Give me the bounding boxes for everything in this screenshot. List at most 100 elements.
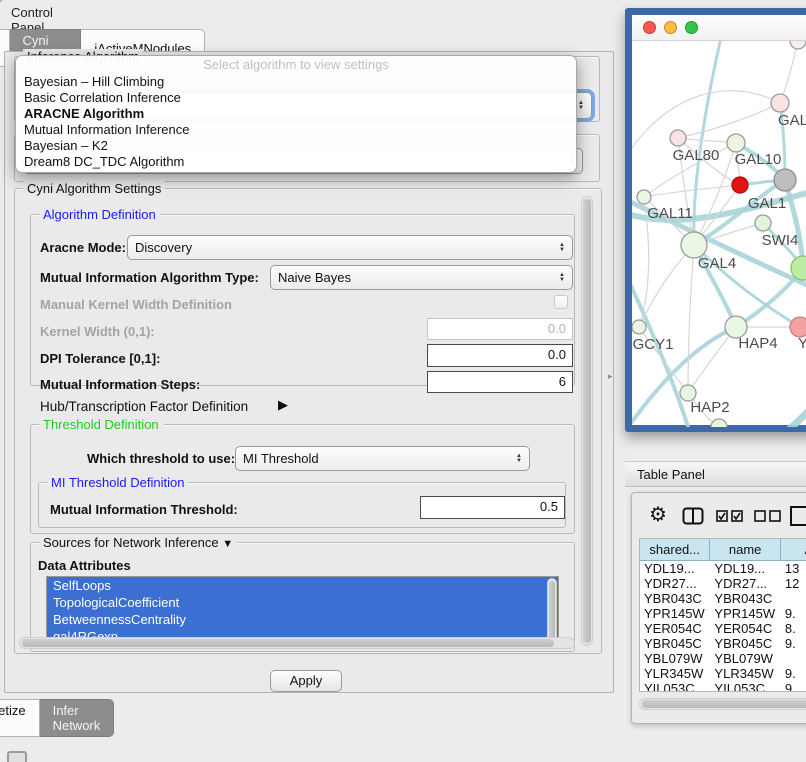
table-cell: YLR345W: [710, 666, 780, 681]
gear-icon[interactable]: ⚙: [649, 502, 667, 528]
combo-stepper-icon: ▲▼: [553, 243, 565, 253]
tab-label: Discretize Data: [0, 703, 26, 733]
node-hap2-label: HAP2: [690, 399, 729, 416]
node-red[interactable]: [732, 177, 748, 193]
attr-item-topologicalcoefficient[interactable]: TopologicalCoefficient: [47, 594, 558, 611]
aracne-mode-value: Discovery: [135, 240, 192, 255]
panel-divider-arrow[interactable]: ▸: [608, 371, 613, 382]
table-cell: YLR345W: [640, 666, 710, 681]
table-cell: YBR045C: [710, 636, 780, 651]
node-gcy1[interactable]: [632, 320, 646, 334]
node-gal80-label: GAL80: [673, 147, 720, 164]
table-toolbar: ⚙: [632, 501, 806, 531]
sources-group-title: Sources for Network Inference ▼: [39, 535, 237, 550]
table-row[interactable]: YIL053CYIL053C9.: [640, 681, 806, 692]
table-cell: 9.: [781, 606, 806, 621]
combo-stepper-icon: ▲▼: [553, 273, 565, 283]
tab-label: Infer Network: [53, 703, 101, 733]
node-gal-right-label: GAL: [778, 112, 806, 129]
node-gray[interactable]: [774, 169, 796, 191]
node-gal4-label: GAL4: [698, 255, 736, 272]
node-bottom-partial[interactable]: [711, 419, 727, 427]
minimized-panel-icon[interactable]: [7, 751, 27, 762]
node-hap4-label: HAP4: [738, 335, 777, 352]
node-top-partial[interactable]: [790, 41, 806, 49]
table-row[interactable]: YDR27...YDR27...12: [640, 576, 806, 591]
table-cell: YBR043C: [640, 591, 710, 606]
table-cell: [781, 591, 806, 606]
dpi-tolerance-field[interactable]: 0.0: [427, 344, 573, 367]
table-row[interactable]: YER054CYER054C8.: [640, 621, 806, 636]
popup-item-bayesian-hill-climbing[interactable]: Bayesian – Hill Climbing: [16, 74, 576, 90]
table-cell: 13: [781, 561, 806, 576]
node-salmon-label: Y: [798, 335, 806, 352]
apply-button[interactable]: Apply: [270, 670, 342, 692]
network-canvas[interactable]: GALGAL80GAL10GAL11GAL1SWI4GAL4GCY1HAP4YH…: [632, 41, 806, 427]
table-cell: 9.: [781, 666, 806, 681]
manual-kernel-checkbox[interactable]: [554, 295, 568, 309]
collapse-arrow-icon[interactable]: ▼: [222, 538, 233, 550]
table-header-row: shared...nameA: [640, 539, 806, 561]
list-vertical-scrollbar[interactable]: [547, 578, 557, 645]
node-salmon[interactable]: [790, 317, 806, 337]
table-cell: [781, 651, 806, 666]
combo-stepper-icon: ▲▼: [510, 454, 522, 464]
tab-infer-network[interactable]: Infer Network: [40, 699, 115, 737]
table-row[interactable]: YLR345WYLR345W9.: [640, 666, 806, 681]
cyni-algorithm-settings-title: Cyni Algorithm Settings: [23, 181, 165, 196]
popup-item-basic-correlation-inference[interactable]: Basic Correlation Inference: [16, 90, 576, 106]
table-cell: YBL079W: [640, 651, 710, 666]
which-threshold-label: Which threshold to use:: [87, 451, 235, 466]
split-columns-icon[interactable]: [682, 507, 704, 525]
node-gal80[interactable]: [670, 130, 686, 146]
which-threshold-combo[interactable]: MI Threshold ▲▼: [235, 446, 530, 471]
column-header-a[interactable]: A: [781, 539, 806, 560]
column-header-shared[interactable]: shared...: [640, 539, 710, 560]
aracne-mode-combo[interactable]: Discovery ▲▼: [127, 235, 573, 260]
node-gal10[interactable]: [727, 134, 745, 152]
popup-item-dream8-dc-tdc-algorithm[interactable]: Dream8 DC_TDC Algorithm: [16, 154, 576, 170]
popup-item-mutual-information-inference[interactable]: Mutual Information Inference: [16, 122, 576, 138]
node-gal1-label: GAL1: [748, 195, 786, 212]
close-traffic-light[interactable]: [643, 21, 656, 34]
table-cell: YDR27...: [640, 576, 710, 591]
table-row[interactable]: YBL079WYBL079W: [640, 651, 806, 666]
mi-steps-label: Mutual Information Steps:: [40, 377, 200, 392]
settings-vertical-scrollbar[interactable]: [581, 196, 593, 646]
tab-discretize-data[interactable]: Discretize Data: [0, 699, 40, 737]
node-gal11-label: GAL11: [647, 205, 693, 222]
deselect-all-icon[interactable]: [754, 510, 782, 522]
table-row[interactable]: YBR045CYBR045C9.: [640, 636, 806, 651]
settings-horizontal-scrollbar[interactable]: [19, 637, 575, 649]
popup-prompt: Select algorithm to view settings: [16, 56, 576, 74]
zoom-traffic-light[interactable]: [685, 21, 698, 34]
table-body: YDL19...YDL19...13YDR27...YDR27...12YBR0…: [640, 561, 806, 692]
table-row[interactable]: YDL19...YDL19...13: [640, 561, 806, 576]
popup-item-aracne-algorithm[interactable]: ARACNE Algorithm: [16, 106, 576, 122]
popup-item-list: Bayesian – Hill ClimbingBasic Correlatio…: [16, 74, 576, 170]
popup-item-bayesian-k2[interactable]: Bayesian – K2: [16, 138, 576, 154]
minimize-traffic-light[interactable]: [664, 21, 677, 34]
table-cell: YBR045C: [640, 636, 710, 651]
column-header-name[interactable]: name: [710, 539, 780, 560]
which-threshold-value: MI Threshold: [243, 451, 319, 466]
mi-type-combo[interactable]: Naive Bayes ▲▼: [270, 265, 573, 290]
node-gal1[interactable]: [755, 215, 771, 231]
expand-arrow-icon[interactable]: ▶: [278, 397, 288, 413]
table-row[interactable]: YBR043CYBR043C: [640, 591, 806, 606]
attr-item-selfloops[interactable]: SelfLoops: [47, 577, 558, 594]
kernel-width-field[interactable]: 0.0: [427, 318, 573, 340]
attr-item-betweennesscentrality[interactable]: BetweennessCentrality: [47, 611, 558, 628]
table-row[interactable]: YPR145WYPR145W9.: [640, 606, 806, 621]
mi-threshold-field[interactable]: 0.5: [420, 496, 565, 519]
node-swi4-label: SWI4: [762, 232, 799, 249]
mi-steps-field[interactable]: 6: [427, 371, 573, 393]
mi-type-value: Naive Bayes: [278, 270, 351, 285]
export-table-icon[interactable]: [789, 505, 806, 527]
algorithm-dropdown-popup: Select algorithm to view settings Bayesi…: [15, 55, 577, 173]
select-all-icon[interactable]: [716, 510, 744, 522]
table-cell: YIL053C: [640, 681, 710, 692]
table-horizontal-scrollbar[interactable]: [639, 698, 806, 710]
node-gal-right[interactable]: [771, 94, 789, 112]
node-gal11[interactable]: [637, 190, 651, 204]
